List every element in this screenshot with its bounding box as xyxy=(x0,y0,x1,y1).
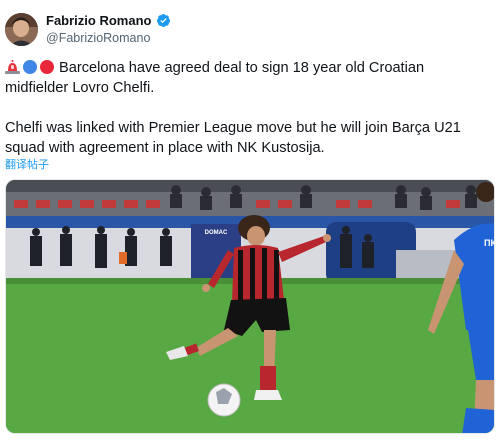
tweet-photo[interactable]: DOMAC ПК xyxy=(5,179,495,434)
football-photo-image: DOMAC ПК xyxy=(6,180,495,433)
emoji-group xyxy=(5,60,54,74)
tweet-text: Barcelona have agreed deal to sign 18 ye… xyxy=(5,58,495,158)
tweet-line-3: Chelfi was linked with Premier League mo… xyxy=(5,120,461,136)
author-avatar[interactable] xyxy=(5,13,38,46)
siren-emoji-icon xyxy=(5,60,20,74)
author-display-name[interactable]: Fabrizio Romano xyxy=(46,13,151,28)
tweet-card: Fabrizio Romano @FabrizioRomano Barcelon… xyxy=(0,0,500,440)
tweet-line-4: squad with agreement in place with NK Ku… xyxy=(5,140,325,156)
jersey-text: ПК xyxy=(484,238,495,248)
verified-badge-icon xyxy=(157,13,171,28)
red-circle-emoji-icon xyxy=(40,60,54,74)
blue-circle-emoji-icon xyxy=(23,60,37,74)
tweet-line-1: Barcelona have agreed deal to sign 18 ye… xyxy=(5,58,495,78)
avatar-image xyxy=(5,13,38,46)
author-name-row: Fabrizio Romano xyxy=(46,13,171,28)
translate-post-link[interactable]: 翻译帖子 xyxy=(5,156,49,172)
board-text: DOMAC xyxy=(205,230,228,236)
author-handle[interactable]: @FabrizioRomano xyxy=(46,31,150,45)
tweet-line-2: midfielder Lovro Chelfi. xyxy=(5,80,155,96)
tweet-line-1-text: Barcelona have agreed deal to sign 18 ye… xyxy=(59,60,425,76)
